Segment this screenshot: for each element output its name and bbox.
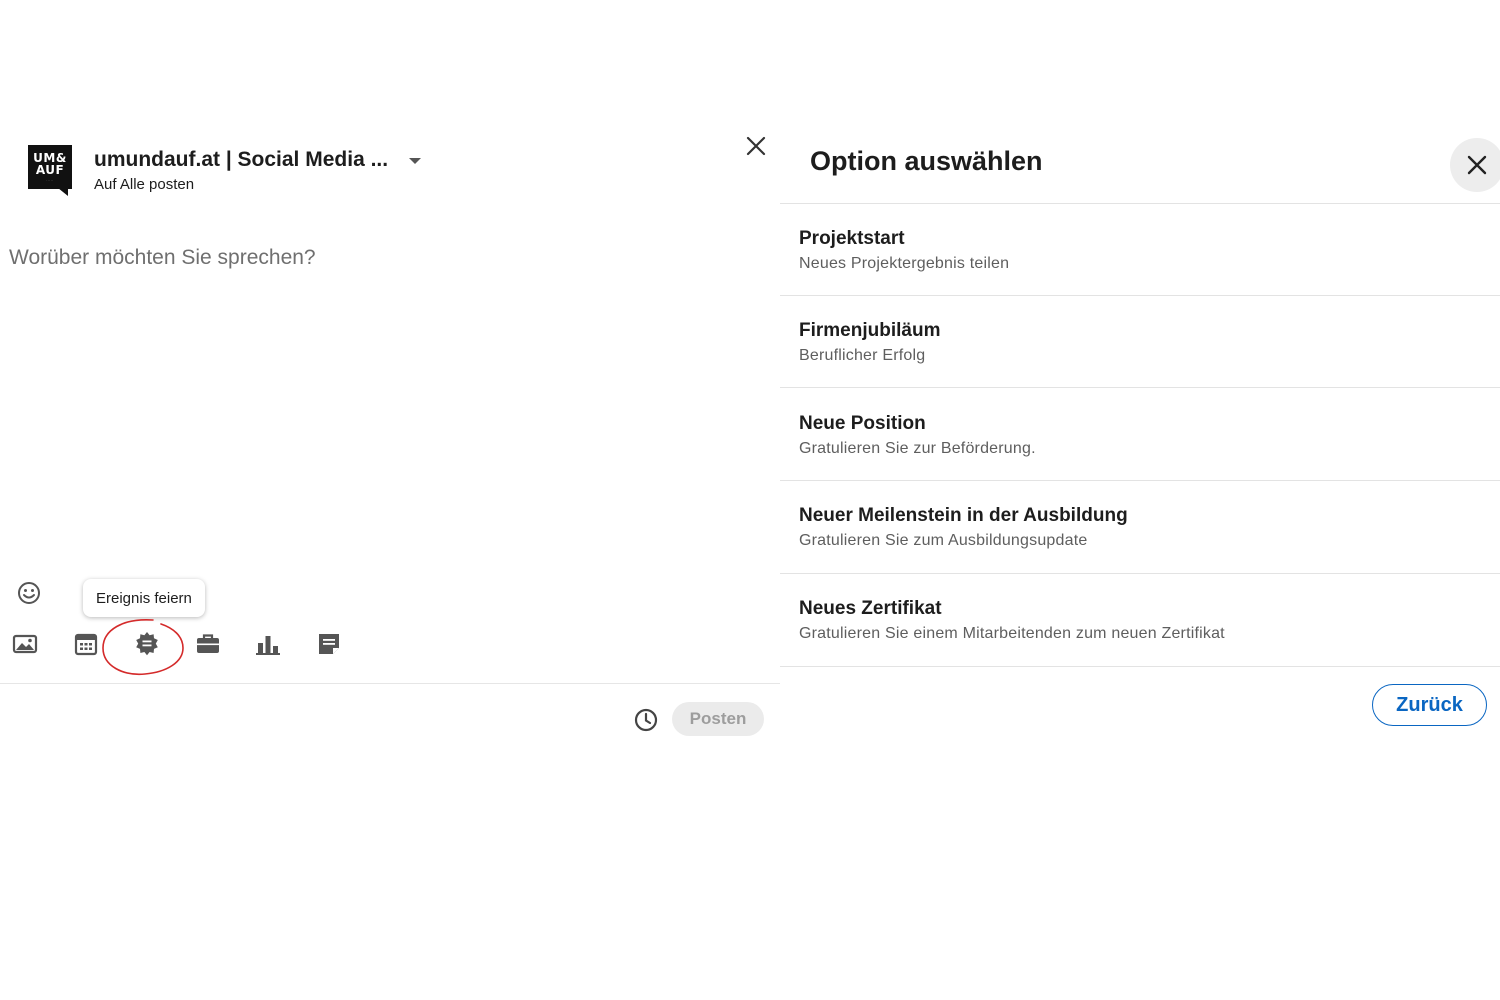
logo-text-bottom: AUF [35,163,65,177]
option-title: Firmenjubiläum [799,320,941,341]
option-title: Neuer Meilenstein in der Ausbildung [799,505,1128,526]
celebrate-icon[interactable] [133,630,161,658]
panel-divider [780,387,1500,388]
option-meilenstein-ausbildung[interactable]: Neuer Meilenstein in der Ausbildung Grat… [780,481,1500,573]
option-title: Neue Position [799,413,926,434]
close-icon[interactable] [742,132,770,160]
option-subtitle: Gratulieren Sie zur Beförderung. [799,440,1036,457]
option-neues-zertifikat[interactable]: Neues Zertifikat Gratulieren Sie einem M… [780,574,1500,666]
option-projektstart[interactable]: Projektstart Neues Projektergebnis teile… [780,204,1500,296]
tooltip: Ereignis feiern [83,579,205,617]
option-subtitle: Neues Projektergebnis teilen [799,255,1010,272]
emoji-icon[interactable] [16,580,42,606]
account-name[interactable]: umundauf.at | Social Media ... [94,148,388,172]
option-title: Projektstart [799,228,905,249]
briefcase-icon[interactable] [194,630,222,658]
audience-label[interactable]: Auf Alle posten [94,176,194,193]
bar-chart-icon[interactable] [254,630,282,658]
clock-icon[interactable] [632,706,660,734]
option-panel: Option auswählen Projektstart Neues Proj… [780,0,1500,1000]
chevron-down-icon[interactable] [405,154,425,168]
option-title: Neues Zertifikat [799,598,942,619]
calendar-icon[interactable] [72,630,100,658]
composer-divider [0,683,780,684]
option-neue-position[interactable]: Neue Position Gratulieren Sie zur Beförd… [780,389,1500,481]
panel-title: Option auswählen [810,146,1043,176]
option-firmenjubilaeum[interactable]: Firmenjubiläum Beruflicher Erfolg [780,296,1500,388]
option-subtitle: Gratulieren Sie zum Ausbildungsupdate [799,532,1088,549]
post-text-input[interactable] [9,246,749,566]
option-subtitle: Gratulieren Sie einem Mitarbeitenden zum… [799,625,1225,642]
option-subtitle: Beruflicher Erfolg [799,347,926,364]
document-icon[interactable] [315,630,343,658]
image-icon[interactable] [11,630,39,658]
post-button[interactable]: Posten [672,702,764,736]
back-button[interactable]: Zurück [1372,684,1487,726]
close-icon[interactable] [1450,138,1500,192]
company-logo: UM& AUF ····· [28,145,72,196]
post-composer: UM& AUF ····· umundauf.at | Social Media… [0,0,780,1000]
logo-subline: ····· [46,178,54,182]
panel-divider [780,666,1500,667]
